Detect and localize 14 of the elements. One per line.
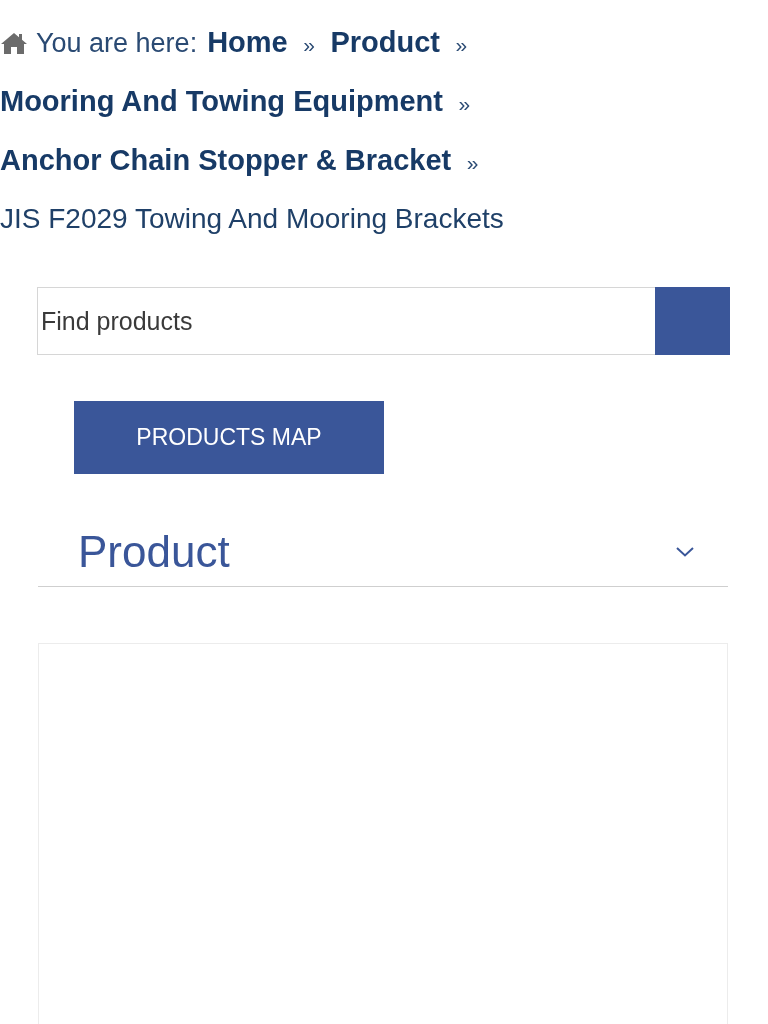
products-map-button[interactable]: PRODUCTS MAP: [74, 401, 384, 474]
breadcrumb-label: You are here:: [36, 28, 198, 58]
breadcrumb-link[interactable]: Mooring And Towing Equipment: [0, 85, 443, 117]
breadcrumb-link[interactable]: Home: [207, 26, 288, 58]
breadcrumb-separator: »: [466, 151, 479, 174]
breadcrumb-current: JIS F2029 Towing And Mooring Brackets: [0, 203, 504, 234]
breadcrumb-separator: »: [303, 33, 315, 56]
breadcrumb-link[interactable]: Anchor Chain Stopper & Bracket: [0, 144, 452, 176]
search-button[interactable]: [655, 287, 730, 355]
breadcrumb-link[interactable]: Product: [330, 26, 440, 58]
breadcrumb-separator: »: [455, 33, 468, 56]
search-field[interactable]: Find products: [37, 287, 655, 355]
home-icon: [0, 32, 28, 54]
breadcrumb-separator: »: [458, 92, 471, 115]
